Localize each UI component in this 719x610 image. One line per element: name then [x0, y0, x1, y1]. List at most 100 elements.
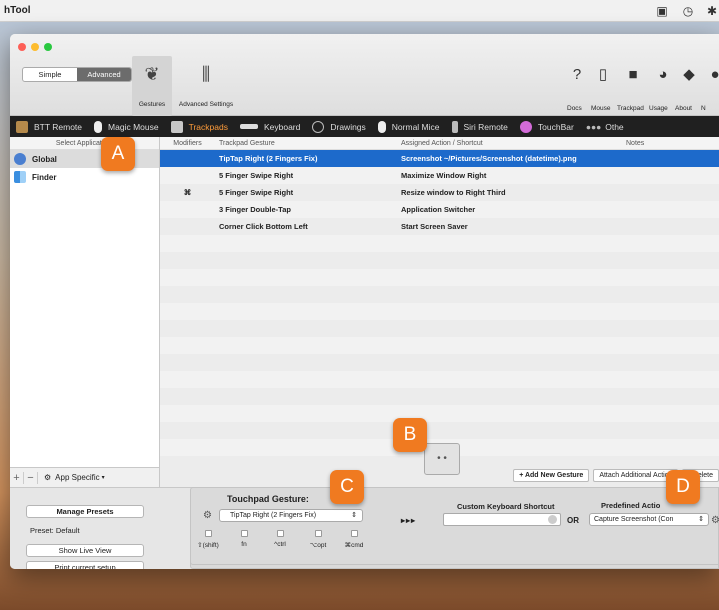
app-menu-title[interactable]: hTool	[4, 5, 30, 16]
clear-icon[interactable]	[548, 515, 557, 524]
col-trackpad-gesture[interactable]: Trackpad Gesture	[211, 137, 391, 149]
gear-icon[interactable]: ⚙	[203, 510, 212, 521]
table-row[interactable]: Corner Click Bottom Left Start Screen Sa…	[160, 218, 719, 235]
advanced-settings-label: Advanced Settings	[178, 101, 234, 108]
app-specific-dropdown[interactable]: App Specific	[55, 473, 99, 482]
gesture-table: Modifiers Trackpad Gesture Assigned Acti…	[160, 137, 719, 463]
menu-bar: hTool ▣ ◷ ✱	[0, 0, 719, 22]
gesture-select[interactable]: TipTap Right (2 Fingers Fix) ⇕	[219, 509, 363, 522]
device-tab-bar: BTT Remote Magic Mouse Trackpads Keyboar…	[10, 116, 719, 137]
siri-remote-icon	[451, 120, 458, 133]
globe-icon	[14, 153, 26, 165]
mouse-icon[interactable]: ▯	[592, 64, 614, 86]
help-icon[interactable]: ?	[566, 64, 588, 86]
add-app-button[interactable]: +	[10, 471, 24, 484]
paw-icon: ❦	[144, 64, 160, 84]
gestures-tab-label: Gestures	[138, 101, 166, 108]
remote-icon	[16, 120, 28, 133]
device-tab-btt-remote[interactable]: BTT Remote	[10, 116, 88, 137]
trackpad-device-icon	[170, 120, 183, 133]
modifier-shift[interactable]: ⇧(shift)	[193, 530, 223, 549]
opt-checkbox[interactable]	[314, 530, 322, 537]
gear-icon[interactable]: ⚙	[711, 515, 719, 526]
col-modifiers[interactable]: Modifiers	[160, 137, 211, 149]
touchpad-gesture-panel: Touchpad Gesture: ⚙ TipTap Right (2 Fing…	[190, 487, 719, 565]
device-tab-magic-mouse[interactable]: Magic Mouse	[88, 116, 165, 137]
usage-label: Usage	[649, 105, 668, 112]
advanced-settings-tab[interactable]: ⫼ Advanced Settings	[173, 63, 239, 108]
table-row-empty	[160, 269, 719, 286]
print-current-setup-button[interactable]: Print current setup	[26, 561, 144, 569]
docs-label: Docs	[567, 105, 582, 112]
about-label: About	[675, 105, 692, 112]
trackpad-preview-icon: • •	[424, 443, 460, 475]
modifier-cmd[interactable]: ⌘cmd	[339, 530, 369, 549]
sidebar-footer: + − ⚙ App Specific ▾	[10, 467, 160, 487]
bluetooth-icon[interactable]: ✱	[704, 3, 719, 19]
close-button[interactable]	[18, 43, 26, 51]
table-row[interactable]: TipTap Right (2 Fingers Fix) Screenshot …	[160, 150, 719, 167]
mode-advanced-button[interactable]: Advanced	[77, 68, 131, 81]
col-notes[interactable]: Notes	[616, 137, 719, 149]
device-tab-other[interactable]: ●●● Othe	[580, 116, 630, 137]
trackpad-icon[interactable]: ■	[622, 64, 644, 86]
ctrl-checkbox[interactable]	[276, 530, 284, 537]
minimize-button[interactable]	[31, 43, 39, 51]
show-live-view-button[interactable]: Show Live View	[26, 544, 144, 557]
table-row[interactable]: ⌘ 5 Finger Swipe Right Resize window to …	[160, 184, 719, 201]
device-tab-siri-remote[interactable]: Siri Remote	[446, 116, 514, 137]
mouse-label: Mouse	[591, 105, 611, 112]
table-row-empty	[160, 303, 719, 320]
table-body: TipTap Right (2 Fingers Fix) Screenshot …	[160, 150, 719, 456]
device-tab-trackpads[interactable]: Trackpads	[165, 116, 234, 137]
table-header: Modifiers Trackpad Gesture Assigned Acti…	[160, 137, 719, 150]
remove-app-button[interactable]: −	[24, 471, 38, 484]
table-row-empty	[160, 320, 719, 337]
touchbar-icon	[519, 120, 532, 133]
callout-badge-b: B	[393, 418, 427, 452]
tag-icon[interactable]: ◆	[678, 64, 700, 86]
device-tab-drawings[interactable]: Drawings	[306, 116, 371, 137]
device-tab-touchbar[interactable]: TouchBar	[514, 116, 580, 137]
modifier-opt[interactable]: ⌥opt	[303, 530, 333, 549]
mode-simple-button[interactable]: Simple	[23, 68, 77, 81]
modifier-ctrl[interactable]: ^ctrl	[265, 530, 295, 548]
magic-mouse-icon	[94, 120, 103, 133]
table-row-empty	[160, 286, 719, 303]
sidebar-item-global[interactable]: Global	[10, 150, 159, 168]
device-tab-normal-mice[interactable]: Normal Mice	[372, 116, 446, 137]
cmd-checkbox[interactable]	[350, 530, 358, 537]
window-icon[interactable]: ▣	[654, 3, 670, 19]
dots-icon: ●●●	[585, 121, 602, 132]
shift-checkbox[interactable]	[204, 530, 212, 537]
mode-segmented-control[interactable]: Simple Advanced	[22, 67, 132, 82]
more-icon[interactable]: ●	[704, 64, 719, 86]
device-tab-keyboard[interactable]: Keyboard	[234, 116, 306, 137]
maximize-button[interactable]	[44, 43, 52, 51]
mouse-device-icon	[377, 120, 386, 133]
predefined-action-select[interactable]: Capture Screenshot (Con ⇕	[589, 513, 709, 526]
add-new-gesture-button[interactable]: + Add New Gesture	[513, 468, 590, 482]
callout-badge-d: D	[666, 470, 700, 504]
trackpad-label: Trackpad	[617, 105, 644, 112]
modifier-fn[interactable]: fn	[229, 530, 259, 548]
table-row[interactable]: 3 Finger Double-Tap Application Switcher	[160, 201, 719, 218]
custom-shortcut-label: Custom Keyboard Shortcut	[457, 502, 555, 511]
keyboard-icon	[239, 124, 258, 129]
table-row[interactable]: 5 Finger Swipe Right Maximize Window Rig…	[160, 167, 719, 184]
finder-icon	[14, 171, 26, 183]
clock-icon[interactable]: ◷	[680, 3, 696, 19]
sidebar-item-finder[interactable]: Finder	[10, 168, 159, 186]
fn-checkbox[interactable]	[240, 530, 248, 537]
table-row-empty	[160, 337, 719, 354]
manage-presets-button[interactable]: Manage Presets	[26, 505, 144, 518]
or-label: OR	[567, 516, 579, 525]
pie-chart-icon[interactable]: ◕	[652, 64, 674, 86]
gestures-tab[interactable]: ❦ Gestures	[132, 56, 172, 116]
touchpad-gesture-title: Touchpad Gesture:	[227, 494, 309, 504]
chevron-down-icon: ▾	[101, 475, 105, 481]
table-row-empty	[160, 235, 719, 252]
custom-shortcut-field[interactable]	[443, 513, 561, 526]
callout-badge-a: A	[101, 137, 135, 171]
col-assigned-action[interactable]: Assigned Action / Shortcut	[391, 137, 616, 149]
